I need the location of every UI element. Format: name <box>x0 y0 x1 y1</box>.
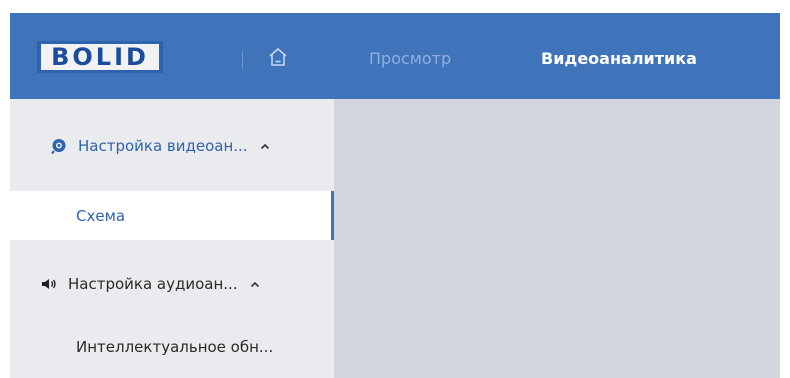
main-content-area <box>334 99 780 378</box>
bolid-logo[interactable]: BOLID <box>37 41 163 73</box>
chevron-up-icon[interactable] <box>250 280 260 288</box>
sidebar-item-intelligent-detection[interactable]: Интеллектуальное обн... <box>10 323 334 371</box>
speaker-icon <box>40 275 58 293</box>
app-frame: BOLID Просмотр Видеоаналитика Настройка … <box>0 0 790 378</box>
chevron-up-icon[interactable] <box>260 142 270 150</box>
sidebar-group-audio-analytics-settings[interactable]: Настройка аудиоан... <box>10 260 334 308</box>
sidebar-group-video-analytics-settings[interactable]: Настройка видеоан... <box>10 122 334 170</box>
sidebar-item-scheme[interactable]: Схема <box>10 191 334 240</box>
logo-text: BOLID <box>41 44 159 70</box>
sidebar-item-label: Настройка аудиоан... <box>68 275 238 293</box>
video-analytics-icon <box>50 137 68 155</box>
sidebar-item-label: Схема <box>76 206 126 225</box>
sidebar-item-label: Интеллектуальное обн... <box>76 338 274 356</box>
nav-tab-video-analytics[interactable]: Видеоаналитика <box>541 49 697 69</box>
top-navigation-bar: BOLID Просмотр Видеоаналитика <box>10 13 780 99</box>
home-icon[interactable] <box>268 46 288 68</box>
sidebar-menu: Настройка видеоан... Схема Настройка ауд… <box>10 99 334 378</box>
sidebar-item-label: Настройка видеоан... <box>78 137 248 155</box>
nav-tab-view[interactable]: Просмотр <box>369 49 451 69</box>
header-divider <box>242 51 243 69</box>
